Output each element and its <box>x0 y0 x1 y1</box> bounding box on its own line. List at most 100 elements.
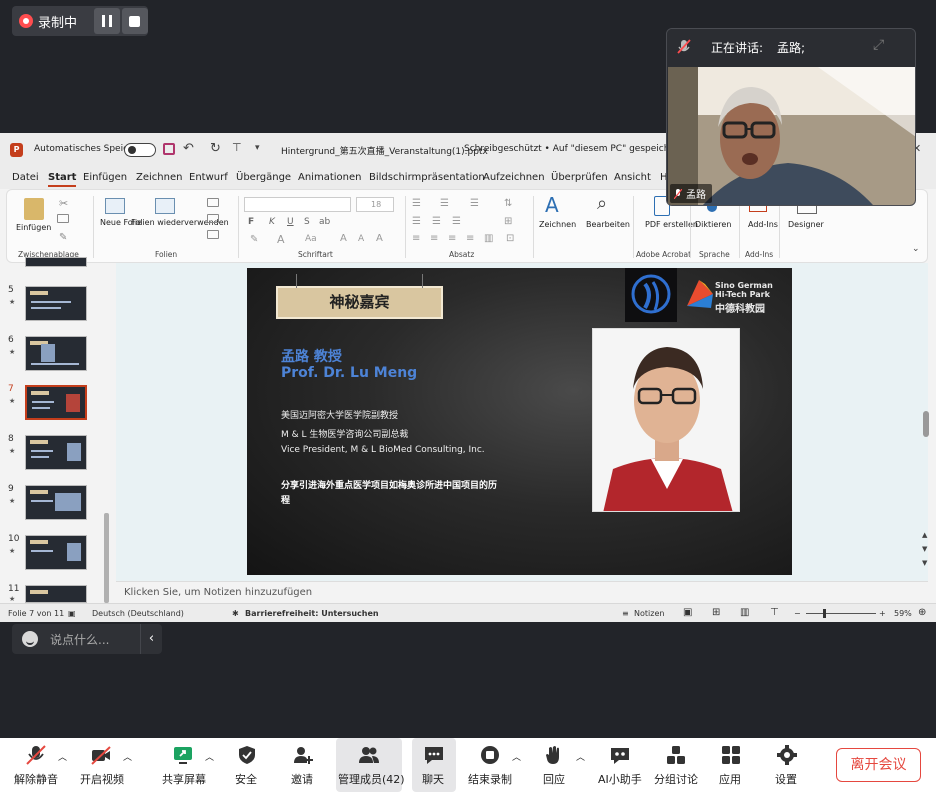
indent-decrease-icon[interactable]: ☰ <box>412 216 421 227</box>
bold-button[interactable]: F <box>248 217 254 227</box>
collapse-chat-icon[interactable]: ‹ <box>140 624 162 654</box>
highlighter-icon[interactable]: ✎ <box>250 234 258 245</box>
line-spacing-icon[interactable]: ☰ <box>470 198 479 209</box>
ribbon-collapse-icon[interactable]: ⌄ <box>912 244 920 254</box>
addins-button[interactable]: Add-Ins <box>748 220 778 230</box>
tab-datei[interactable]: Datei <box>12 172 39 183</box>
edit-button[interactable]: Bearbeiten <box>586 220 630 229</box>
tab-uebergaenge[interactable]: Übergänge <box>236 172 291 183</box>
underline-button[interactable]: U <box>287 217 294 227</box>
font-size-select[interactable]: 18 <box>356 197 394 212</box>
audio-options-chevron-icon[interactable]: ︿ <box>58 750 67 763</box>
zoom-slider[interactable] <box>806 613 876 614</box>
font-color-icon[interactable]: A <box>277 233 285 246</box>
settings-button[interactable]: 设置 <box>766 738 808 792</box>
bullets-icon[interactable]: ☰ <box>412 198 421 209</box>
tab-einfuegen[interactable]: Einfügen <box>83 172 127 183</box>
manage-members-button[interactable]: 管理成员(42) <box>336 738 405 792</box>
columns-layout-icon[interactable]: ▥ <box>484 233 493 244</box>
tab-zeichnen[interactable]: Zeichnen <box>136 172 182 183</box>
tab-ueberpruefen[interactable]: Überprüfen <box>551 172 608 183</box>
strikethrough-button[interactable]: S <box>304 217 310 227</box>
align-left-icon[interactable]: ≡ <box>412 233 420 244</box>
smartart-icon[interactable]: ⊡ <box>506 233 514 244</box>
notes-toggle[interactable]: Notizen <box>634 609 664 618</box>
slide-thumbnail[interactable] <box>25 435 87 470</box>
normal-view-icon[interactable]: ▣ <box>683 607 692 618</box>
align-center-icon[interactable]: ≡ <box>430 233 438 244</box>
change-case-icon[interactable]: Aa <box>305 234 317 244</box>
canvas-scrollbar[interactable]: ▲ ▼ ▼ <box>922 411 930 571</box>
apps-button[interactable]: 应用 <box>710 738 752 792</box>
fit-slide-icon[interactable]: ⊕ <box>918 607 926 618</box>
emoji-icon[interactable] <box>22 631 38 647</box>
tab-aufzeichnen[interactable]: Aufzeichnen <box>483 172 545 183</box>
redo-icon[interactable]: ↻ <box>210 141 221 156</box>
paste-button[interactable]: Einfügen <box>16 223 51 232</box>
zoom-slider-thumb[interactable] <box>823 609 826 618</box>
reaction-options-chevron-icon[interactable]: ︿ <box>576 750 585 763</box>
clear-format-icon[interactable]: A <box>376 233 383 244</box>
chat-placeholder[interactable]: 说点什么... <box>50 631 109 648</box>
accessibility-icon[interactable]: ✱ <box>232 609 239 618</box>
section-icon[interactable] <box>207 230 219 239</box>
slideshow-view-icon[interactable]: ⊤ <box>770 607 779 618</box>
customize-qat-icon[interactable]: ▾ <box>255 143 260 153</box>
present-icon[interactable]: ⊤ <box>232 141 242 154</box>
tab-start[interactable]: Start <box>48 172 77 187</box>
spelling-icon[interactable]: ▣ <box>68 609 76 618</box>
chat-button[interactable]: 聊天 <box>412 738 456 792</box>
save-icon[interactable] <box>163 143 175 155</box>
create-pdf-button[interactable]: PDF erstellen <box>645 220 698 230</box>
cut-icon[interactable]: ✂ <box>59 197 68 210</box>
active-speaker-tile[interactable]: 正在讲话: 孟路; ⤢ 孟路 <box>666 28 916 206</box>
sorter-view-icon[interactable]: ⊞ <box>712 607 720 618</box>
slide-thumbnail[interactable] <box>25 585 87 603</box>
reaction-button[interactable]: 回应 <box>532 738 576 792</box>
stop-recording-button[interactable] <box>121 8 148 34</box>
unmute-button[interactable]: 解除静音 <box>8 738 64 792</box>
layout-icon[interactable] <box>207 198 219 207</box>
tab-ansicht[interactable]: Ansicht <box>614 172 651 183</box>
undo-icon[interactable]: ↶ <box>183 141 194 156</box>
character-spacing-button[interactable]: ab <box>319 217 330 227</box>
expand-tile-icon[interactable]: ⤢ <box>873 37 884 53</box>
record-options-chevron-icon[interactable]: ︿ <box>512 750 521 763</box>
designer-button[interactable]: Designer <box>788 220 824 229</box>
reuse-slides-button[interactable]: Folien wiederverwenden <box>131 218 229 228</box>
start-video-button[interactable]: 开启视频 <box>74 738 130 792</box>
reset-icon[interactable] <box>207 214 219 223</box>
leave-meeting-button[interactable]: 离开会议 <box>836 748 921 782</box>
italic-button[interactable]: K <box>269 217 275 227</box>
video-options-chevron-icon[interactable]: ︿ <box>123 750 132 763</box>
ai-assistant-button[interactable]: AI小助手 <box>596 738 644 792</box>
autosave-toggle[interactable] <box>124 143 156 157</box>
notes-pane[interactable]: Klicken Sie, um Notizen hinzuzufügen <box>116 581 928 603</box>
align-right-icon[interactable]: ≡ <box>448 233 456 244</box>
align-text-icon[interactable]: ⊞ <box>504 216 512 227</box>
copy-icon[interactable] <box>57 214 69 223</box>
zoom-out-icon[interactable]: − <box>794 609 801 618</box>
security-button[interactable]: 安全 <box>226 738 268 792</box>
dictate-button[interactable]: Diktieren <box>695 220 731 229</box>
indent-increase-icon[interactable]: ☰ <box>432 216 441 227</box>
chat-input-bar[interactable]: 说点什么... ‹ <box>12 624 162 654</box>
slide-thumbnail[interactable] <box>25 336 87 371</box>
drawing-button[interactable]: Zeichnen <box>539 220 576 229</box>
breakout-rooms-button[interactable]: 分组讨论 <box>652 738 700 792</box>
share-options-chevron-icon[interactable]: ︿ <box>205 750 214 763</box>
format-painter-icon[interactable]: ✎ <box>59 232 67 243</box>
slide-thumbnail-selected[interactable] <box>25 385 87 420</box>
stop-recording-toolbar-button[interactable]: 结束录制 <box>466 738 514 792</box>
justify-icon[interactable]: ≡ <box>466 233 474 244</box>
pause-recording-button[interactable] <box>93 8 120 34</box>
zoom-level[interactable]: 59% <box>894 609 912 618</box>
slide-thumbnail[interactable] <box>25 257 87 267</box>
numbering-icon[interactable]: ☰ <box>440 198 449 209</box>
slide-thumbnail[interactable] <box>25 485 87 520</box>
shrink-font-icon[interactable]: A <box>358 234 364 244</box>
columns-icon[interactable]: ☰ <box>452 216 461 227</box>
zoom-in-icon[interactable]: + <box>879 609 886 618</box>
font-family-select[interactable] <box>244 197 351 212</box>
text-direction-icon[interactable]: ⇅ <box>504 198 512 209</box>
